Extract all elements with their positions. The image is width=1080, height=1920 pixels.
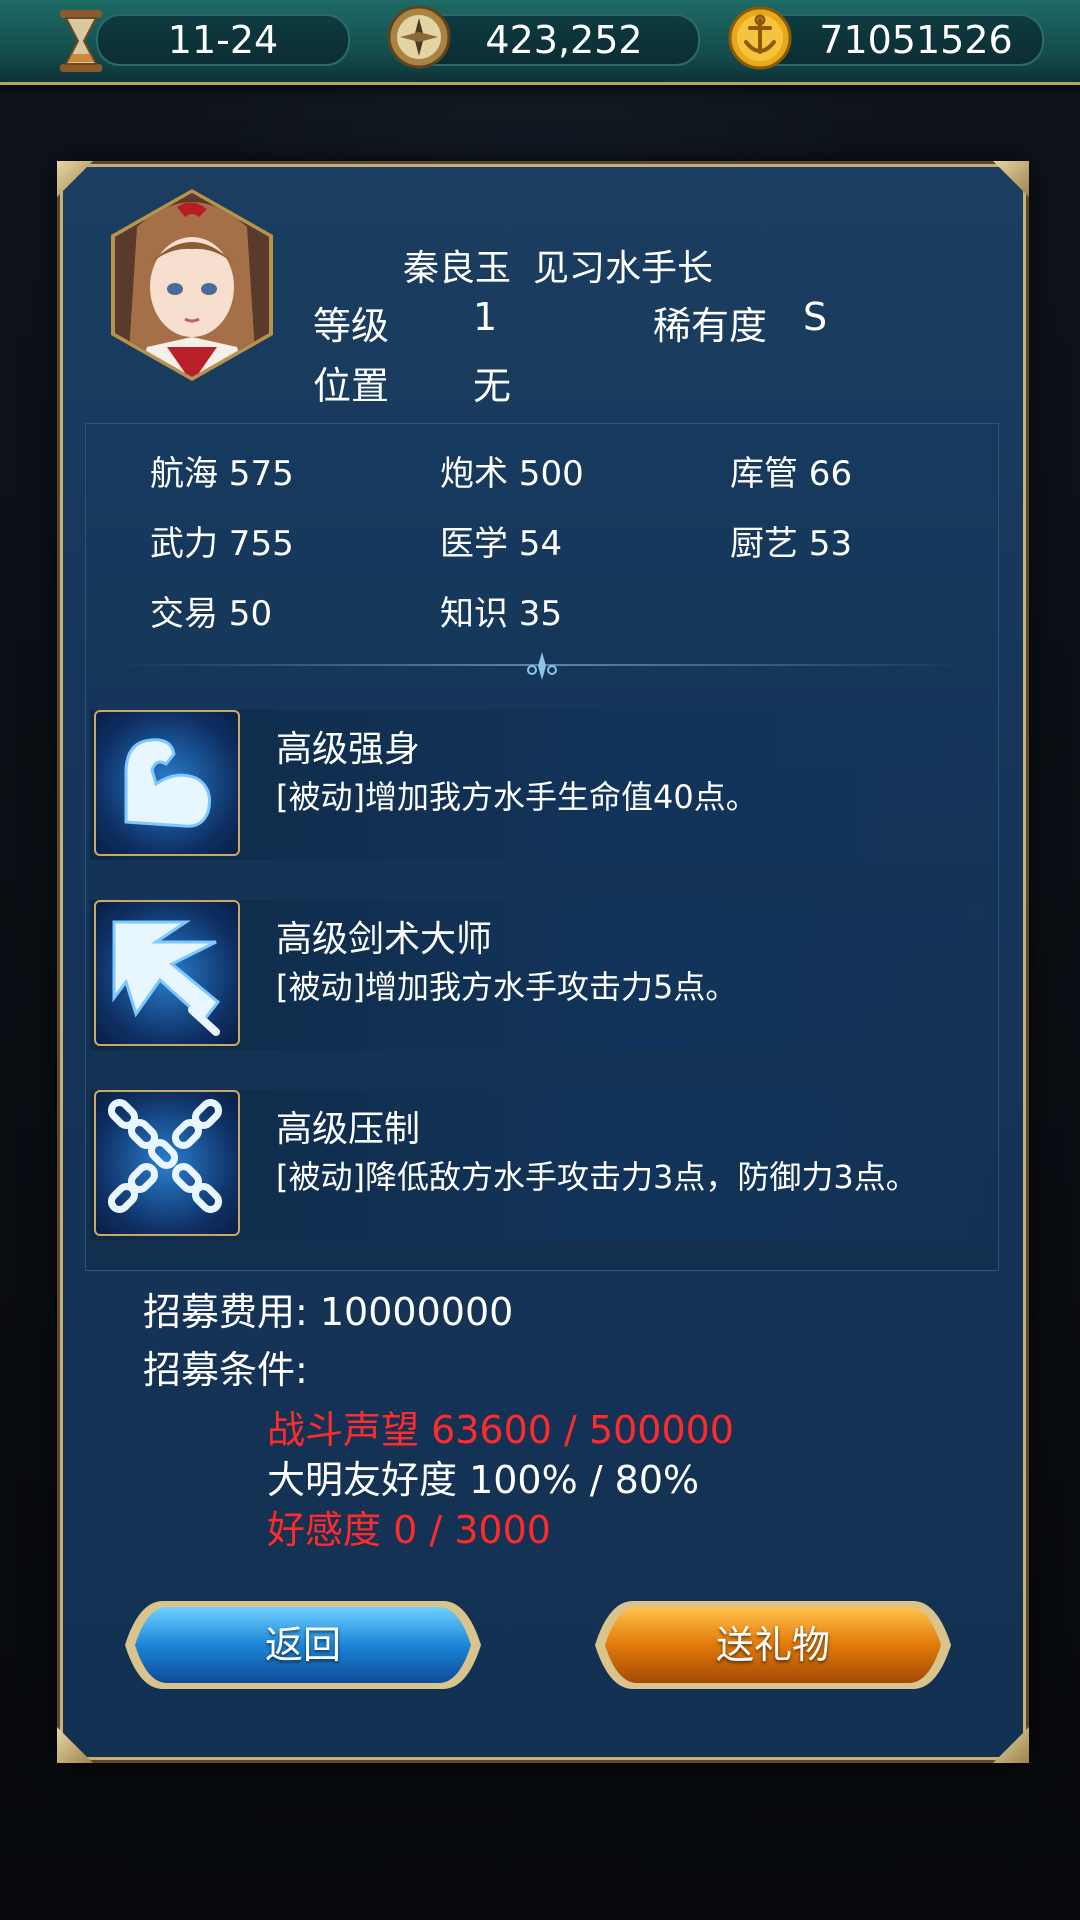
send-gift-button-label: 送礼物 xyxy=(715,1623,830,1667)
panel-corner-ornament xyxy=(993,1727,1029,1763)
skill-row[interactable]: 高级强身 [被动]增加我方水手生命值40点。 xyxy=(90,710,994,860)
send-gift-button[interactable]: 送礼物 xyxy=(593,1597,953,1693)
stat-cooking: 厨艺 53 xyxy=(730,524,853,564)
panel-corner-ornament xyxy=(993,161,1029,197)
stat-medicine: 医学 54 xyxy=(440,524,563,564)
condition-battle-reputation: 战斗声望 63600 / 500000 xyxy=(267,1408,734,1452)
stat-gunnery: 炮术 500 xyxy=(440,454,584,494)
anchor-coin-icon xyxy=(728,6,792,70)
sword-slash-icon xyxy=(94,900,240,1046)
character-title: 见习水手长 xyxy=(533,248,714,289)
date-value: 11-24 xyxy=(167,18,279,62)
skill-description: [被动]增加我方水手攻击力5点。 xyxy=(276,968,738,1006)
skill-description: [被动]降低敌方水手攻击力3点，防御力3点。 xyxy=(276,1158,918,1196)
date-display: 11-24 xyxy=(96,14,350,66)
stat-navigation: 航海 575 xyxy=(150,454,294,494)
level-label: 等级 xyxy=(313,304,390,348)
skill-title: 高级强身 xyxy=(276,729,421,770)
skill-title: 高级压制 xyxy=(276,1109,421,1150)
resource-bar: 11-24 423,252 71051526 xyxy=(0,0,1080,85)
recruit-cost: 招募费用: 10000000 xyxy=(143,1290,514,1334)
stat-force: 武力 755 xyxy=(150,524,294,564)
rarity-label: 稀有度 xyxy=(653,304,768,348)
character-name: 秦良玉 xyxy=(403,248,512,289)
attributes-and-skills-box: 航海 575 炮术 500 库管 66 武力 755 医学 54 厨艺 53 交… xyxy=(85,423,999,1271)
hourglass-icon xyxy=(60,10,102,72)
condition-ming-friendship: 大明友好度 100% / 80% xyxy=(267,1458,700,1502)
back-button[interactable]: 返回 xyxy=(123,1597,483,1693)
stat-trade: 交易 50 xyxy=(150,594,273,634)
compass-value: 423,252 xyxy=(485,18,643,62)
skill-row[interactable]: 高级剑术大师 [被动]增加我方水手攻击力5点。 xyxy=(90,900,994,1050)
position-label: 位置 xyxy=(313,364,390,408)
character-detail-panel: 秦良玉 见习水手长 等级 1 稀有度 S 位置 无 航海 575 炮术 500 库… xyxy=(57,161,1029,1763)
skill-row[interactable]: 高级压制 [被动]降低敌方水手攻击力3点，防御力3点。 xyxy=(90,1090,994,1240)
game-screen: 11-24 423,252 71051526 秦良玉 见习水手长 等级 1 稀有… xyxy=(0,0,1080,1920)
skill-description: [被动]增加我方水手生命值40点。 xyxy=(276,778,758,816)
character-portrait xyxy=(111,189,273,381)
muscle-arm-icon xyxy=(94,710,240,856)
stat-knowledge: 知识 35 xyxy=(440,594,563,634)
compass-icon xyxy=(387,5,451,69)
skill-title: 高级剑术大师 xyxy=(276,919,493,960)
level-value: 1 xyxy=(473,295,498,339)
panel-corner-ornament xyxy=(57,161,93,197)
divider-ornament-icon xyxy=(527,652,557,680)
character-name-line: 秦良玉 见习水手长 xyxy=(403,239,735,291)
crossed-chains-icon xyxy=(94,1090,240,1236)
stat-storage: 库管 66 xyxy=(730,454,853,494)
position-value: 无 xyxy=(473,364,512,408)
back-button-label: 返回 xyxy=(264,1623,341,1667)
gold-value: 71051526 xyxy=(819,18,1013,62)
panel-corner-ornament xyxy=(57,1727,93,1763)
rarity-value: S xyxy=(803,295,828,339)
recruit-conditions-label: 招募条件: xyxy=(143,1348,308,1392)
condition-affection: 好感度 0 / 3000 xyxy=(267,1508,551,1552)
